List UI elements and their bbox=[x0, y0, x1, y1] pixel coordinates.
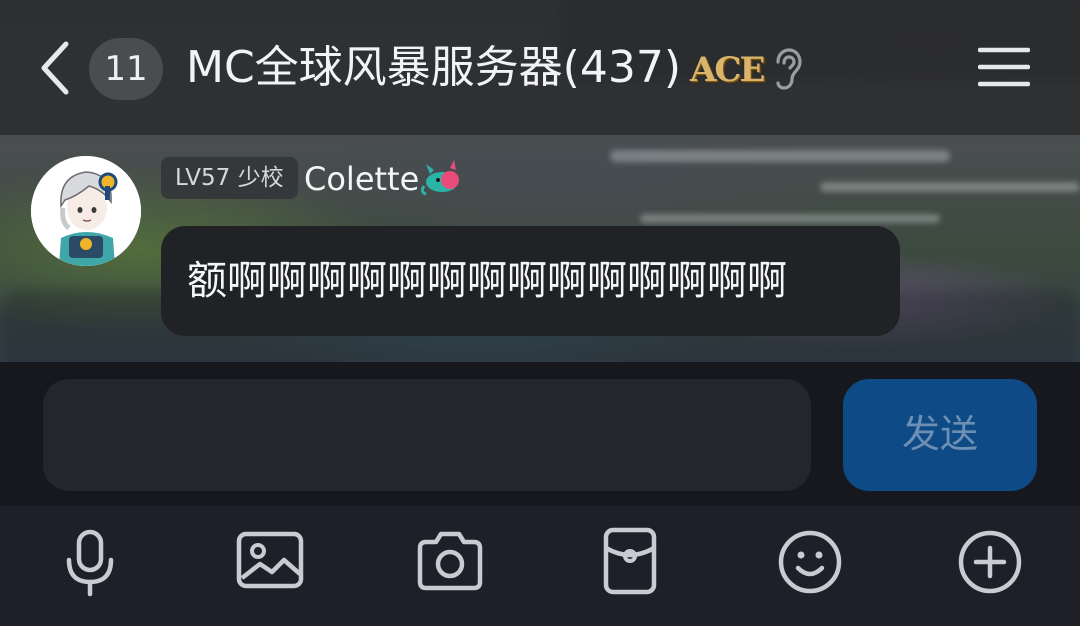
emoji-icon[interactable] bbox=[774, 526, 846, 598]
back-icon[interactable] bbox=[36, 38, 76, 98]
message-bubble[interactable]: 额啊啊啊啊啊啊啊啊啊啊啊啊啊啊 bbox=[161, 226, 900, 336]
ace-badge: ACE bbox=[690, 50, 765, 90]
chat-header: 11 MC全球风暴服务器(437) ACE bbox=[0, 0, 1080, 135]
unread-count-badge[interactable]: 11 bbox=[89, 38, 163, 100]
menu-icon[interactable] bbox=[978, 46, 1030, 88]
group-title[interactable]: MC全球风暴服务器(437) bbox=[186, 38, 681, 98]
red-packet-icon[interactable] bbox=[594, 526, 666, 598]
username[interactable]: Colette bbox=[304, 157, 419, 201]
input-toolbar bbox=[0, 506, 1080, 626]
level-badge: LV57 少校 bbox=[161, 157, 298, 199]
plus-icon[interactable] bbox=[954, 526, 1026, 598]
composer-row: 发送 bbox=[0, 362, 1080, 506]
microphone-icon[interactable] bbox=[54, 526, 126, 598]
dragon-icon bbox=[420, 160, 459, 196]
avatar[interactable] bbox=[31, 156, 141, 266]
camera-icon[interactable] bbox=[414, 526, 486, 598]
send-button[interactable]: 发送 bbox=[843, 379, 1037, 491]
image-icon[interactable] bbox=[234, 526, 306, 598]
ear-icon[interactable] bbox=[772, 48, 804, 90]
message-input[interactable] bbox=[43, 379, 811, 491]
